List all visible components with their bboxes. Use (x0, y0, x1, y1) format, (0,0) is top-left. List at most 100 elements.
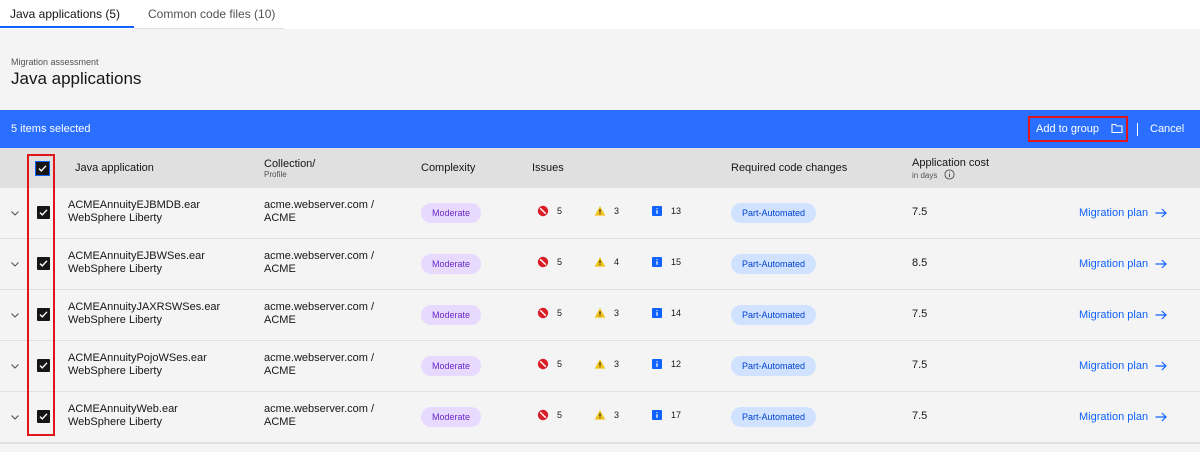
selected-count: 5 items selected (11, 123, 91, 135)
divider (1137, 123, 1138, 136)
column-header-code-changes[interactable]: Required code changes (731, 148, 847, 188)
info-issues: 12 (651, 358, 681, 370)
migration-plan-link[interactable]: Migration plan (1079, 239, 1167, 289)
row-checkbox[interactable] (37, 410, 50, 423)
info-issues: 14 (651, 307, 681, 319)
link-label: Migration plan (1079, 258, 1149, 270)
column-label: Java application (75, 162, 154, 174)
checkmark-icon (39, 209, 48, 216)
collection-name: acme.webserver.com / (264, 301, 375, 313)
runtime-label: WebSphere Liberty (68, 212, 162, 224)
tab-bar: Java applications (5) Common code files … (0, 0, 1200, 29)
code-changes-tag: Part-Automated (731, 305, 817, 325)
chevron-down-icon[interactable] (10, 310, 20, 320)
column-label: Issues (532, 162, 564, 174)
collection-cell: acme.webserver.com / ACME (264, 199, 374, 225)
row-checkbox[interactable] (37, 206, 50, 219)
profile-name: ACME (264, 263, 296, 275)
column-label: Application cost (912, 156, 990, 169)
collection-name: acme.webserver.com / (264, 352, 375, 364)
complexity-tag: Moderate (421, 305, 482, 325)
table-row: ACMEAnnuityEJBMDB.ear WebSphere Liberty a… (0, 188, 1200, 239)
column-header-cost[interactable]: Application cost in days (912, 148, 989, 188)
checkmark-icon (39, 362, 48, 369)
chevron-down-icon[interactable] (10, 259, 20, 269)
code-changes-tag: Part-Automated (731, 356, 817, 376)
complexity-tag: Moderate (421, 203, 482, 223)
runtime-label: WebSphere Liberty (68, 416, 162, 428)
column-header-collection[interactable]: Collection/ Profile (264, 148, 315, 188)
select-all-checkbox[interactable] (35, 161, 50, 176)
column-label: Complexity (421, 162, 476, 174)
checkmark-icon (38, 165, 47, 172)
warning-issues: 3 (594, 205, 619, 217)
critical-issues: 5 (537, 256, 562, 268)
row-checkbox[interactable] (37, 308, 50, 321)
info-issues: 13 (651, 205, 681, 217)
info-square-icon (652, 359, 662, 369)
column-header-issues[interactable]: Issues (532, 148, 564, 188)
info-issues: 15 (651, 256, 681, 268)
warning-icon (594, 359, 606, 369)
collection-cell: acme.webserver.com / ACME (264, 301, 374, 327)
arrow-right-icon (1155, 361, 1167, 371)
column-label: Required code changes (731, 162, 848, 174)
warning-icon (594, 308, 606, 318)
link-label: Migration plan (1079, 411, 1149, 423)
migration-plan-link[interactable]: Migration plan (1079, 188, 1167, 238)
collection-cell: acme.webserver.com / ACME (264, 250, 374, 276)
link-label: Migration plan (1079, 309, 1149, 321)
table-row: ACMEAnnuityJAXRSWSes.ear WebSphere Libert… (0, 290, 1200, 341)
critical-icon (537, 307, 549, 319)
link-label: Migration plan (1079, 207, 1149, 219)
info-icon[interactable] (944, 168, 955, 180)
chevron-down-icon[interactable] (10, 361, 20, 371)
info-square-icon (652, 410, 662, 420)
tab-java-applications[interactable]: Java applications (5) (0, 0, 134, 28)
column-sublabel: in days (912, 168, 989, 180)
critical-icon (537, 409, 549, 421)
code-changes-tag: Part-Automated (731, 254, 817, 274)
warning-icon (594, 206, 606, 216)
chevron-down-icon[interactable] (10, 208, 20, 218)
tab-common-code-files[interactable]: Common code files (10) (134, 0, 284, 29)
runtime-label: WebSphere Liberty (68, 314, 162, 326)
arrow-right-icon (1155, 208, 1167, 218)
profile-name: ACME (264, 212, 296, 224)
cancel-button[interactable]: Cancel (1150, 110, 1184, 148)
add-to-group-button[interactable]: Add to group (1028, 116, 1128, 142)
row-checkbox[interactable] (37, 359, 50, 372)
migration-plan-link[interactable]: Migration plan (1079, 341, 1167, 391)
link-label: Migration plan (1079, 360, 1149, 372)
cost-value: 8.5 (912, 257, 928, 269)
migration-plan-link[interactable]: Migration plan (1079, 290, 1167, 340)
warning-issues: 4 (594, 256, 619, 268)
info-square-icon (652, 206, 662, 216)
chevron-down-icon[interactable] (10, 412, 20, 422)
cost-value: 7.5 (912, 410, 928, 422)
warning-issues: 3 (594, 358, 619, 370)
checkmark-icon (39, 260, 48, 267)
column-header-application[interactable]: Java application (75, 148, 154, 188)
warning-issues: 3 (594, 409, 619, 421)
application-name-cell: ACMEAnnuityEJBWSes.ear WebSphere Liberty (68, 250, 205, 276)
cost-value: 7.5 (912, 308, 928, 320)
row-checkbox[interactable] (37, 257, 50, 270)
critical-issues: 5 (537, 307, 562, 319)
application-name: ACMEAnnuityEJBMDB.ear (68, 199, 201, 211)
critical-issues: 5 (537, 205, 562, 217)
column-header-complexity[interactable]: Complexity (421, 148, 475, 188)
critical-icon (537, 358, 549, 370)
application-name: ACMEAnnuityEJBWSes.ear (68, 250, 205, 262)
profile-name: ACME (264, 314, 296, 326)
checkmark-icon (39, 413, 48, 420)
page-title: Java applications (11, 69, 142, 88)
application-name-cell: ACMEAnnuityPojoWSes.ear WebSphere Liberty (68, 352, 207, 378)
complexity-tag: Moderate (421, 254, 482, 274)
collection-cell: acme.webserver.com / ACME (264, 403, 374, 429)
migration-plan-link[interactable]: Migration plan (1079, 392, 1167, 442)
warning-icon (594, 257, 606, 267)
arrow-right-icon (1155, 310, 1167, 320)
checkmark-icon (39, 311, 48, 318)
application-name-cell: ACMEAnnuityJAXRSWSes.ear WebSphere Libert… (68, 301, 220, 327)
